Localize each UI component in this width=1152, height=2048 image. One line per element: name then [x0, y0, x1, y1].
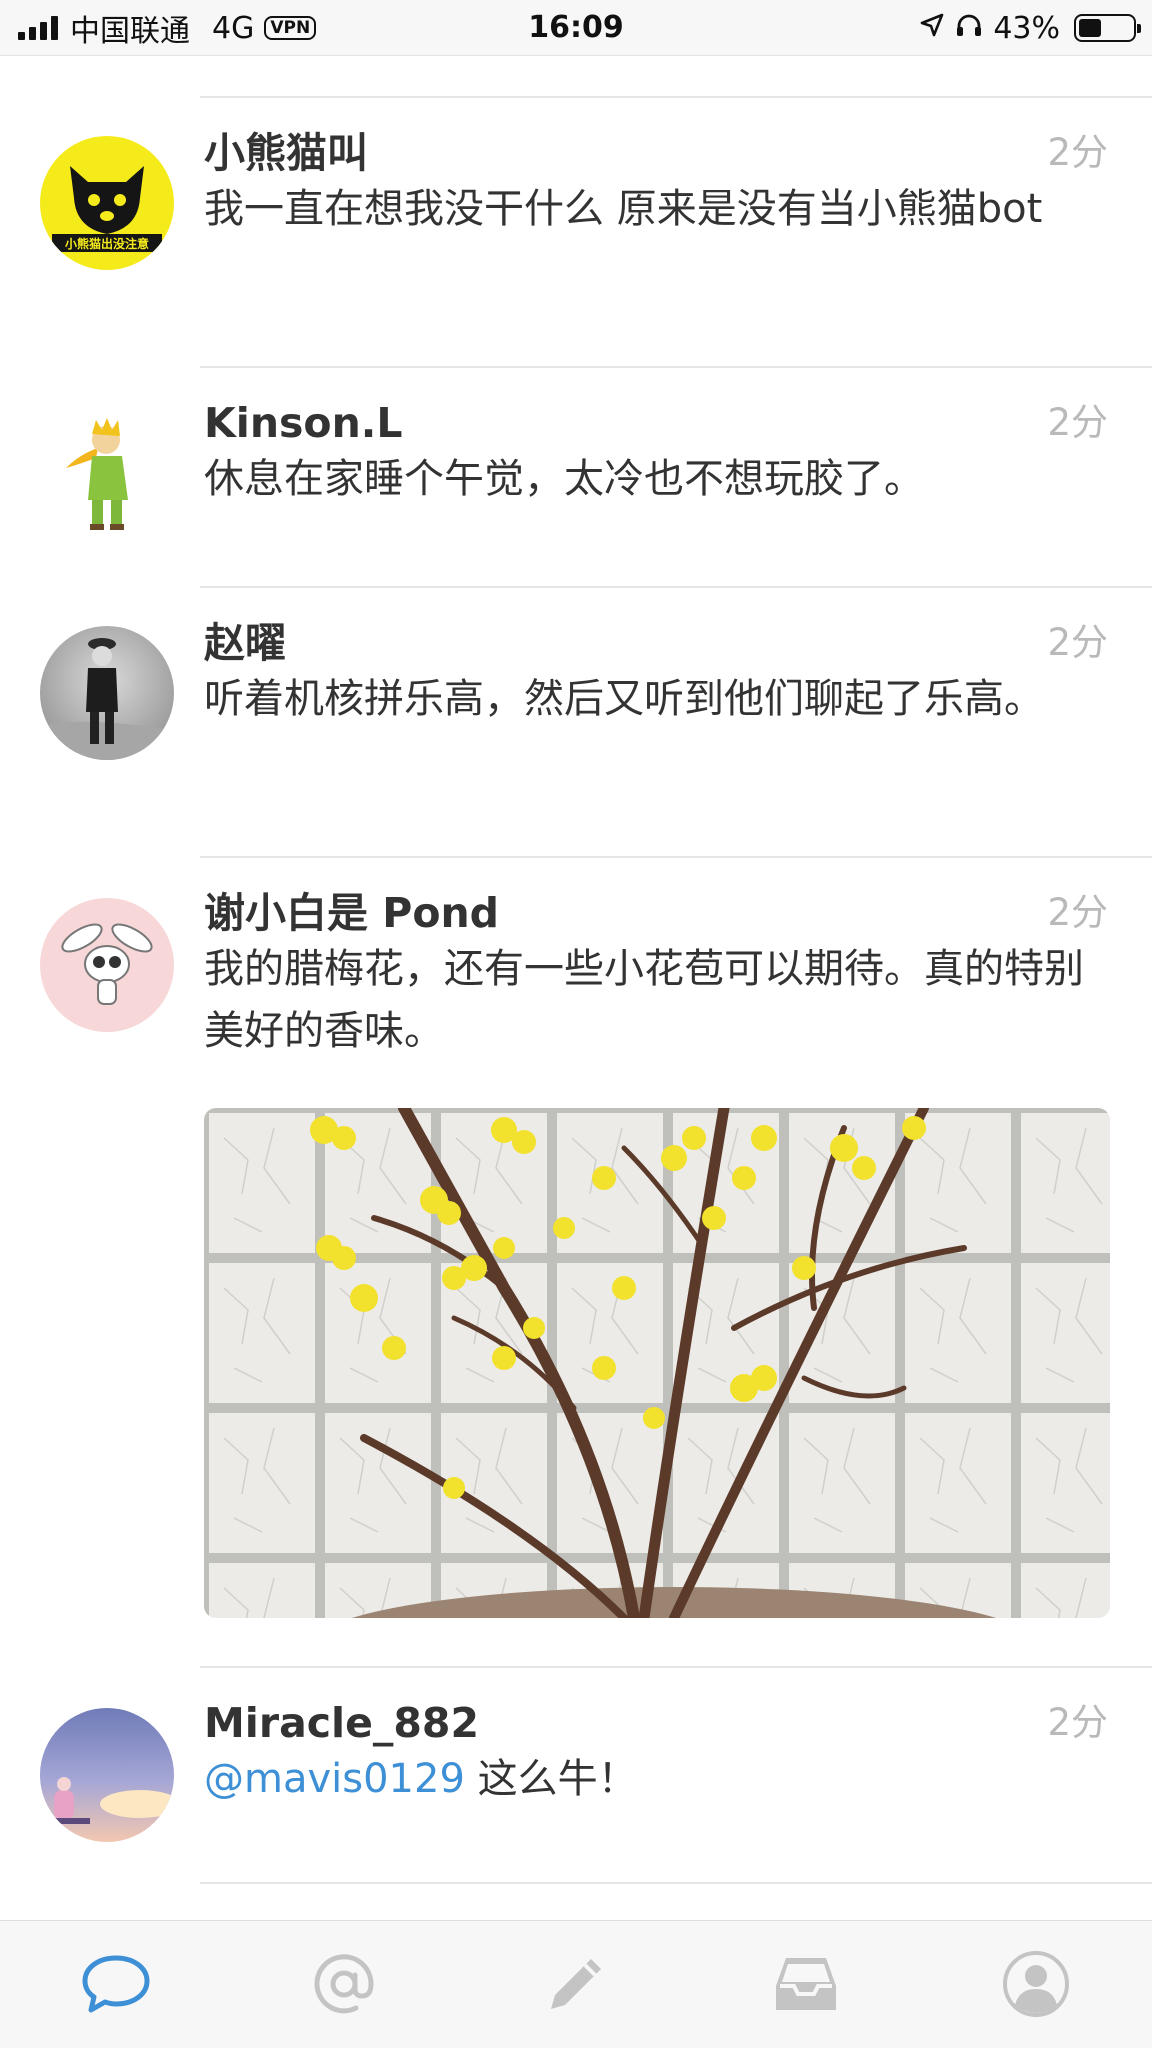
wintersweet-photo[interactable]: [204, 1108, 1110, 1618]
post-time: 2分: [1047, 401, 1108, 444]
post-time: 2分: [1047, 1701, 1108, 1744]
status-item[interactable]: 小熊猫出没注意 小熊猫叫 2分 我一直在想我没干什么 原来是没有当小熊猫bot: [0, 98, 1152, 366]
post-content: @mavis0129 这么牛！: [204, 1748, 1110, 1810]
home-chat-icon: [81, 1953, 151, 2019]
post-time: 2分: [1047, 621, 1108, 664]
inbox-tray-icon: [772, 1954, 840, 2018]
battery-icon: [1074, 14, 1141, 42]
status-item[interactable]: Kinson.L 2分 休息在家睡个午觉，太冷也不想玩胶了。: [0, 368, 1152, 586]
divider: [200, 1882, 1152, 1884]
red-panda-avatar[interactable]: 小熊猫出没注意: [40, 136, 174, 270]
status-item[interactable]: 谢小白是 Pond 2分 我的腊梅花，还有一些小花苞可以期待。真的特别美好的香味…: [0, 858, 1152, 1666]
mention-link[interactable]: @mavis0129: [204, 1756, 465, 1802]
little-prince-avatar[interactable]: [40, 408, 174, 542]
author-name[interactable]: 赵曜: [204, 618, 286, 668]
status-item[interactable]: 赵曜 2分 听着机核拼乐高，然后又听到他们聊起了乐高。: [0, 588, 1152, 856]
status-bar: 中国联通 4G VPN 16:09 43%: [0, 0, 1152, 56]
status-right: 43%: [919, 10, 1141, 46]
tab-bar: [0, 1920, 1152, 2048]
sunset-girl-avatar[interactable]: [40, 1708, 174, 1842]
tab-home[interactable]: [66, 1941, 166, 2031]
tab-inbox[interactable]: [756, 1941, 856, 2031]
tab-compose[interactable]: [526, 1941, 626, 2031]
location-icon: [919, 11, 945, 46]
author-name[interactable]: Miracle_882: [204, 1698, 479, 1748]
post-content: 我一直在想我没干什么 原来是没有当小熊猫bot: [204, 186, 1043, 232]
status-item[interactable]: Miracle_882 2分 @mavis0129 这么牛！: [0, 1668, 1152, 1886]
post-content: 我的腊梅花，还有一些小花苞可以期待。真的特别美好的香味。: [204, 946, 1084, 1054]
tab-mentions[interactable]: [294, 1941, 394, 2031]
avatar-logo-text: 小熊猫出没注意: [65, 236, 149, 251]
compose-pencil-icon: [545, 1953, 607, 2019]
timeline-feed[interactable]: 小熊猫出没注意 小熊猫叫 2分 我一直在想我没干什么 原来是没有当小熊猫bot: [0, 56, 1152, 1920]
vintage-photo-avatar[interactable]: [40, 626, 174, 760]
post-time: 2分: [1047, 891, 1108, 934]
rabbit-avatar[interactable]: [40, 898, 174, 1032]
battery-percent: 43%: [993, 10, 1060, 46]
author-name[interactable]: 谢小白是 Pond: [204, 888, 499, 938]
profile-icon: [1001, 1949, 1071, 2023]
post-content: 听着机核拼乐高，然后又听到他们聊起了乐高。: [204, 676, 1044, 722]
tab-profile[interactable]: [986, 1941, 1086, 2031]
post-content: 休息在家睡个午觉，太冷也不想玩胶了。: [204, 456, 924, 502]
app-screen: 中国联通 4G VPN 16:09 43% 小熊猫出没注意 小熊猫叫 2分 我一…: [0, 0, 1152, 2048]
author-name[interactable]: 小熊猫叫: [204, 128, 368, 178]
author-name[interactable]: Kinson.L: [204, 398, 402, 448]
post-text: 这么牛！: [464, 1756, 638, 1802]
mentions-at-icon: [311, 1951, 377, 2021]
headphones-icon: [955, 11, 983, 46]
post-time: 2分: [1047, 131, 1108, 174]
